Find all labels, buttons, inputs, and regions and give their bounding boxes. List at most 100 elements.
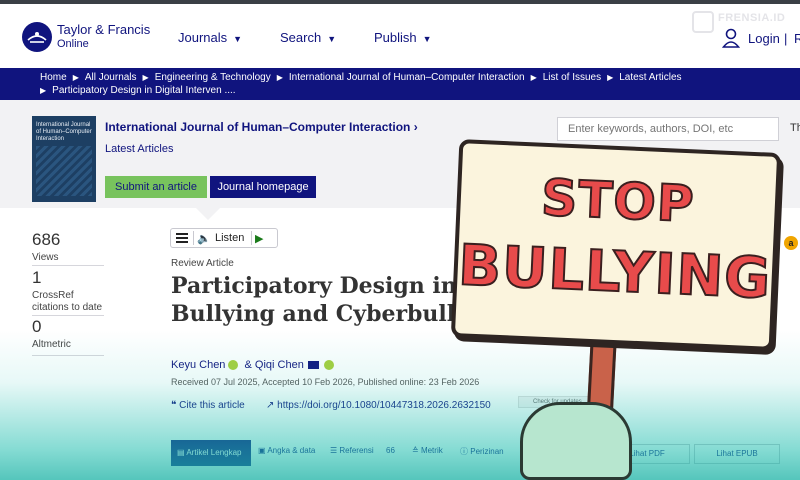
search-input[interactable] — [557, 117, 779, 141]
breadcrumb-engineering[interactable]: Engineering & Technology — [155, 72, 271, 83]
envelope-icon[interactable] — [307, 361, 319, 370]
breadcrumb-current: Participatory Design in Digital Interven… — [52, 85, 236, 96]
tab-metrics-label: Metrik — [420, 446, 443, 455]
login-separator: | — [784, 31, 788, 46]
chevron-right-icon: › — [413, 120, 418, 134]
watermark: FRENSIA.ID — [718, 12, 786, 24]
sign-line-2: BULLYING — [456, 232, 774, 313]
stop-bullying-sign: STOP BULLYING — [450, 139, 782, 351]
triangle-right-icon: ▶ — [276, 73, 283, 82]
hand-illustration — [520, 402, 632, 480]
play-icon[interactable]: ▶ — [255, 232, 263, 245]
journal-title-link[interactable]: International Journal of Human–Computer … — [105, 120, 418, 134]
cite-label: Cite this article — [179, 400, 245, 411]
doi-link[interactable]: ↗ https://doi.org/10.1080/10447318.2026.… — [266, 400, 491, 411]
nav-journals[interactable]: Journals ▼ — [178, 30, 242, 45]
register-link[interactable]: R — [794, 31, 800, 46]
nav-search[interactable]: Search ▼ — [280, 30, 336, 45]
metric-divider — [32, 265, 104, 266]
breadcrumb-journal[interactable]: International Journal of Human–Computer … — [289, 72, 525, 83]
views-count: 686 — [32, 230, 61, 249]
triangle-right-icon: ▶ — [72, 73, 79, 82]
latest-articles-label: Latest Articles — [105, 143, 174, 155]
author-link[interactable]: Qiqi Chen — [255, 359, 304, 371]
tab-full-article-label: Artikel Lengkap — [186, 448, 242, 457]
speaker-icon: 🔈 — [197, 233, 211, 245]
open-access-icon: a — [784, 236, 798, 250]
tab-figures[interactable]: ▣ Angka & data — [258, 446, 315, 455]
view-epub-button[interactable]: Lihat EPUB — [694, 444, 780, 464]
nav-journals-label: Journals — [178, 30, 228, 45]
external-link-icon: ↗ — [266, 400, 275, 411]
tab-citations-label: 66 — [386, 446, 395, 455]
orcid-icon[interactable] — [323, 360, 334, 371]
triangle-right-icon: ▶ — [530, 73, 537, 82]
cover-title: International Journal of Human–Computer … — [36, 122, 92, 142]
breadcrumb-line-1: Home ▶ All Journals ▶ Engineering & Technolo… — [40, 72, 682, 83]
nav-search-label: Search — [280, 30, 322, 45]
sign-line-1: STOP — [539, 168, 697, 235]
tab-full-article[interactable]: ▤ Artikel Lengkap — [171, 440, 251, 466]
watermark-logo-icon — [692, 11, 714, 33]
menu-icon[interactable] — [173, 231, 191, 245]
login-link[interactable]: Login — [748, 31, 780, 46]
views-label: Views — [32, 252, 59, 263]
triangle-right-icon: ▶ — [142, 73, 149, 82]
journal-homepage-button[interactable]: Journal homepage — [210, 176, 316, 198]
breadcrumb-all-journals[interactable]: All Journals — [85, 72, 137, 83]
site-header: Taylor & Francis Online Journals ▼ Search… — [0, 4, 800, 68]
breadcrumb-list-of-issues[interactable]: List of Issues — [543, 72, 601, 83]
metric-divider — [32, 355, 104, 356]
metric-divider — [32, 315, 104, 316]
list-icon: ☰ — [330, 446, 338, 455]
quote-icon: ❝ — [171, 400, 177, 411]
tab-permissions[interactable]: ⓘ Perizinan — [460, 446, 504, 457]
chevron-down-icon: ▼ — [422, 34, 432, 44]
breadcrumb-line-2: ▶ Participatory Design in Digital Interve… — [40, 85, 236, 96]
author-list: Keyu Chen & Qiqi Chen — [171, 359, 337, 371]
image-icon: ▣ — [258, 446, 266, 455]
chevron-down-icon: ▼ — [233, 34, 243, 44]
journal-title: International Journal of Human–Computer … — [105, 120, 411, 134]
tab-figures-label: Angka & data — [267, 446, 316, 455]
tab-citations[interactable]: 66 — [386, 446, 395, 455]
crossref-count: 1 — [32, 268, 42, 287]
tf-logo-icon[interactable] — [22, 22, 52, 52]
triangle-right-icon: ▶ — [40, 86, 47, 95]
tab-references[interactable]: ☰ Referensi — [330, 446, 374, 455]
altmetric-count: 0 — [32, 317, 42, 336]
tab-permissions-label: Perizinan — [470, 447, 504, 456]
listen-button[interactable]: Listen — [215, 232, 244, 244]
publication-dates: Received 07 Jul 2025, Accepted 10 Feb 20… — [171, 377, 480, 387]
article-type: Review Article — [171, 258, 234, 269]
triangle-right-icon: ▶ — [607, 73, 614, 82]
author-link[interactable]: Keyu Chen — [171, 359, 225, 371]
altmetric-label: Altmetric — [32, 339, 71, 350]
tab-metrics[interactable]: ≙ Metrik — [412, 446, 443, 455]
toolbar-divider — [193, 231, 194, 245]
chart-icon: ≙ — [412, 446, 419, 455]
listen-toolbar: 🔈 Listen ▶ — [170, 228, 278, 248]
breadcrumb: Home ▶ All Journals ▶ Engineering & Technolo… — [0, 68, 800, 100]
crossref-label: CrossRef citations to date — [32, 290, 103, 313]
banner-pointer — [196, 208, 220, 220]
doi-text: https://doi.org/10.1080/10447318.2026.26… — [277, 400, 491, 411]
author-separator: & — [244, 359, 252, 371]
cite-article-link[interactable]: ❝ Cite this article — [171, 400, 245, 411]
chevron-down-icon: ▼ — [327, 34, 337, 44]
tab-references-label: Referensi — [339, 446, 374, 455]
brand-sub: Online — [57, 38, 89, 50]
info-icon: ⓘ — [460, 447, 468, 456]
nav-publish[interactable]: Publish ▼ — [374, 30, 432, 45]
cover-artwork — [36, 146, 92, 196]
brand-name[interactable]: Taylor & Francis — [57, 23, 150, 37]
breadcrumb-latest-articles[interactable]: Latest Articles — [619, 72, 681, 83]
orcid-icon[interactable] — [228, 360, 239, 371]
toolbar-divider — [251, 231, 252, 245]
search-scope-label[interactable]: Th — [790, 122, 800, 134]
document-icon: ▤ — [177, 448, 185, 457]
breadcrumb-home[interactable]: Home — [40, 72, 67, 83]
nav-publish-label: Publish — [374, 30, 417, 45]
submit-article-button[interactable]: Submit an article — [105, 176, 207, 198]
user-icon[interactable] — [721, 28, 741, 53]
